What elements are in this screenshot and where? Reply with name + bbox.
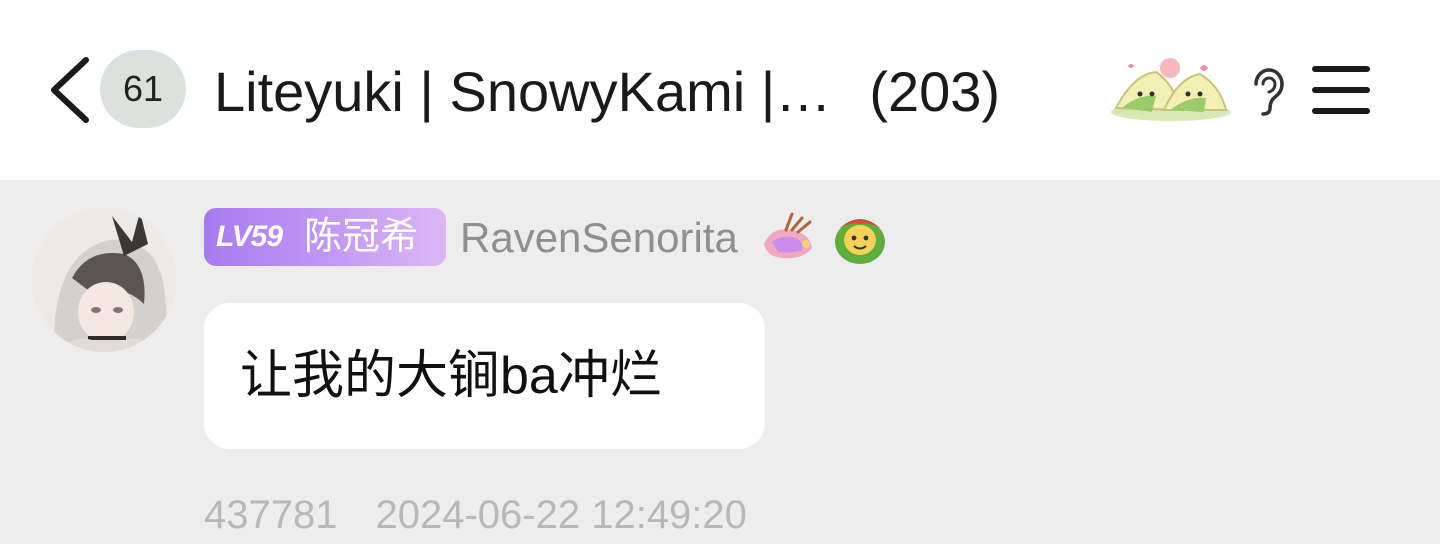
menu-icon[interactable] bbox=[1310, 62, 1372, 118]
sender-avatar[interactable] bbox=[32, 208, 176, 352]
chat-name: Liteyuki | SnowyKami |… bbox=[214, 60, 832, 123]
zongzi-sticker-icon bbox=[1111, 58, 1231, 121]
chat-title[interactable]: Liteyuki | SnowyKami |… (203) bbox=[214, 54, 1000, 130]
message-timestamp: 2024-06-22 12:49:20 bbox=[375, 493, 747, 537]
green-face-icon bbox=[835, 219, 885, 264]
avatar-illustration bbox=[32, 208, 176, 352]
message-bubble[interactable]: 让我的大锏ba冲烂 bbox=[204, 303, 765, 449]
chat-header: 61 Liteyuki | SnowyKami |… (203) bbox=[0, 0, 1440, 180]
level-label: LV59 bbox=[216, 220, 283, 253]
lantern-icon bbox=[764, 212, 812, 259]
sender-username[interactable]: RavenSenorita bbox=[460, 208, 738, 268]
member-level-tag: LV59 陈冠希 bbox=[204, 208, 446, 266]
message-id: 437781 bbox=[204, 493, 338, 537]
member-title: 陈冠希 bbox=[304, 216, 419, 258]
message-meta: 437781 2024-06-22 12:49:20 bbox=[204, 490, 747, 540]
unread-count-badge[interactable]: 61 bbox=[100, 50, 186, 128]
member-count: (203) bbox=[869, 60, 1001, 123]
back-icon[interactable] bbox=[44, 54, 96, 126]
ear-icon[interactable] bbox=[1248, 62, 1290, 118]
